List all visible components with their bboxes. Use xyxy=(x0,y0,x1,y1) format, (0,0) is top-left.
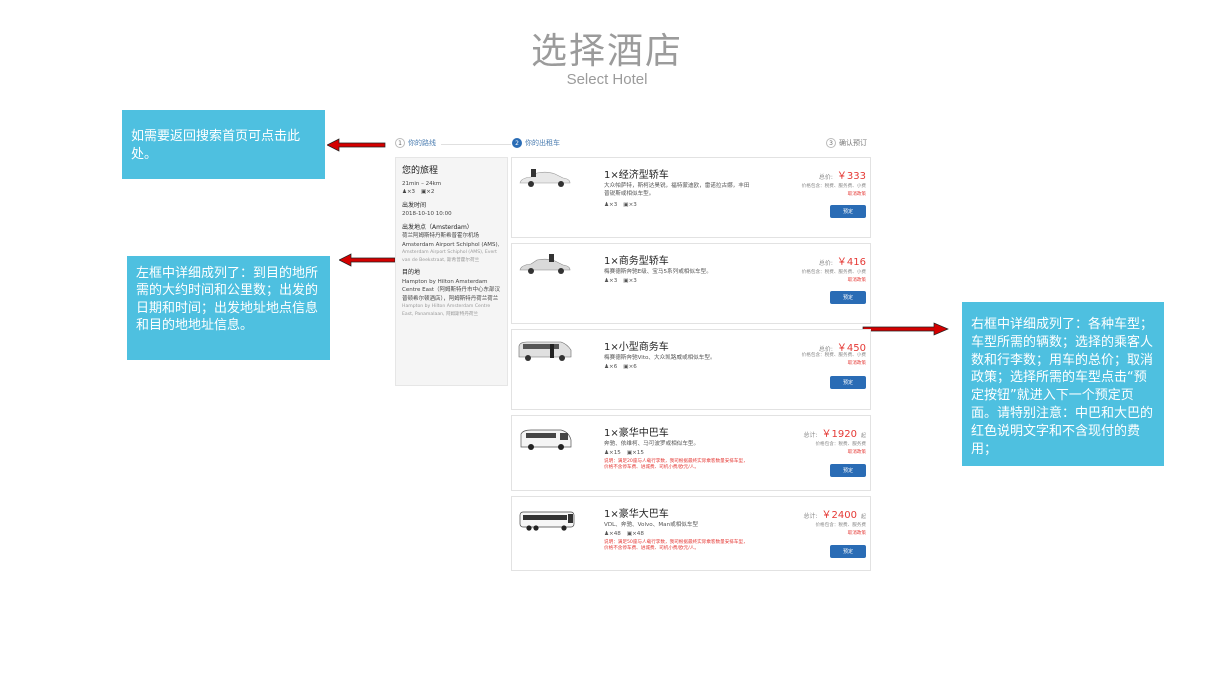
book-button[interactable]: 预定 xyxy=(830,291,866,304)
step-confirm: 3 确认预订 xyxy=(826,138,867,148)
to-address: Hampton by Hilton Amsterdam Centre East,… xyxy=(402,304,491,317)
vehicle-card: 1×豪华大巴车 VDL、奔驰、Volvo、Man或相似车型 ♟×48 ▣×48 … xyxy=(511,496,871,571)
step-number: 2 xyxy=(512,138,522,148)
booking-steps: 1 你的路线 2 你的出租车 3 确认预订 xyxy=(393,138,871,152)
step-number: 3 xyxy=(826,138,836,148)
vehicle-card: 1×经济型轿车 大众帕萨特，斯柯达昊锐，福特蒙迪欧，雷诺拉古娜，丰田普锐斯或相似… xyxy=(511,157,871,238)
vehicle-bags: ×3 xyxy=(628,202,637,208)
cancel-policy-link[interactable]: 取消政策 xyxy=(848,191,866,197)
book-button[interactable]: 预定 xyxy=(830,376,866,389)
vehicle-capacity: ♟×15 ▣×15 xyxy=(604,450,644,456)
sedan-image xyxy=(519,254,571,274)
left-panel-annotation: 左框中详细成列了：到目的地所需的大约时间和公里数；出发的日期和时间；出发地址地点… xyxy=(127,256,330,360)
vehicle-warning: 说明：满足50座与人载行李数，我司根据最终实际乘客数量安排车型，价格不含停车费、… xyxy=(604,540,748,552)
book-button[interactable]: 预定 xyxy=(830,545,866,558)
vehicle-description: 梅赛德斯奔驰Vito、大众凯路威或相似车型。 xyxy=(604,355,716,361)
price-includes: 价格包含：税费、服务费 xyxy=(815,442,866,447)
vehicle-pax: ×3 xyxy=(609,278,618,284)
vehicle-pax: ×15 xyxy=(609,450,621,456)
vehicle-description: 梅赛德斯奔驰E级、宝马5系列或相似车型。 xyxy=(604,269,712,275)
arrow-left-icon xyxy=(327,138,386,152)
vehicle-capacity: ♟×3 ▣×3 xyxy=(604,202,637,208)
vehicle-bags: ×48 xyxy=(632,531,644,537)
vehicle-description: 奔驰、依维柯、马可波罗或相似车型。 xyxy=(604,441,700,447)
trip-summary-panel: 您的旅程 21min – 24km ♟×3 ▣×2 出发时间 2018-10-1… xyxy=(395,157,508,386)
price-label: 总计: xyxy=(803,432,818,439)
vehicle-pax: ×48 xyxy=(609,531,621,537)
vehicle-card: 1×豪华中巴车 奔驰、依维柯、马可波罗或相似车型。 ♟×15 ▣×15 说明：满… xyxy=(511,415,871,491)
vehicle-card: 1×小型商务车 梅赛德斯奔驰Vito、大众凯路威或相似车型。 ♟×6 ▣×6 总… xyxy=(511,329,871,410)
step-number: 1 xyxy=(395,138,405,148)
vehicle-capacity: ♟×3 ▣×3 xyxy=(604,278,637,284)
step-label: 你的出租车 xyxy=(525,139,560,147)
step-taxi[interactable]: 2 你的出租车 xyxy=(512,138,560,148)
price-includes: 价格包含：税费、服务费、小费 xyxy=(801,184,866,189)
price-unit: 起 xyxy=(860,514,866,520)
vehicle-pax: ×3 xyxy=(609,202,618,208)
vehicle-description: 大众帕萨特，斯柯达昊锐，福特蒙迪欧，雷诺拉古娜，丰田普锐斯或相似车型。 xyxy=(604,183,750,197)
trip-pax: ×3 xyxy=(406,189,416,195)
van-image xyxy=(518,341,572,361)
price-includes: 价格包含：税费、服务费、小费 xyxy=(801,353,866,358)
step-divider xyxy=(441,144,511,145)
from-address: Amsterdam Airport Schiphol (AMS), Evert … xyxy=(402,250,497,263)
price-amount: ￥416 xyxy=(836,257,866,268)
price-amount: ￥333 xyxy=(836,171,866,182)
trip-duration: 21min – 24km xyxy=(402,180,442,187)
price-includes: 价格包含：税费、服务费 xyxy=(815,523,866,528)
minibus-image xyxy=(520,429,572,450)
cancel-policy-link[interactable]: 取消政策 xyxy=(848,530,866,536)
to-label: 目的地 xyxy=(402,269,421,276)
price-includes: 价格包含：税费、服务费、小费 xyxy=(801,270,866,275)
cancel-policy-link[interactable]: 取消政策 xyxy=(848,360,866,366)
vehicle-card: 1×商务型轿车 梅赛德斯奔驰E级、宝马5系列或相似车型。 ♟×3 ▣×3 总价:… xyxy=(511,243,871,324)
price-label: 总计: xyxy=(803,513,818,520)
right-panel-annotation: 右框中详细成列了：各种车型；车型所需的辆数；选择的乘客人数和行李数；用车的总价；… xyxy=(962,302,1164,466)
step-route[interactable]: 1 你的路线 xyxy=(395,138,436,148)
vehicle-name: 1×小型商务车 xyxy=(604,342,669,353)
step-label: 确认预订 xyxy=(839,139,867,147)
vehicle-price: 总价: ￥333 xyxy=(819,167,866,182)
vehicle-name: 1×豪华大巴车 xyxy=(604,509,669,520)
from-name: 荷兰阿姆斯特丹斯希普霍尔机场Amsterdam Airport Schiphol… xyxy=(402,233,500,248)
vehicle-description: VDL、奔驰、Volvo、Man或相似车型 xyxy=(604,522,699,528)
arrow-right-icon xyxy=(862,322,949,336)
price-unit: 起 xyxy=(860,433,866,439)
vehicle-name: 1×商务型轿车 xyxy=(604,256,669,267)
vehicle-price: 总计: ￥2400 起 xyxy=(804,506,867,521)
from-label: 出发地点（Amsterdam） xyxy=(402,223,473,231)
vehicle-bags: ×3 xyxy=(628,278,637,284)
to-name: Hampton by Hilton Amsterdam Centre East（… xyxy=(402,278,501,302)
step-label: 你的路线 xyxy=(408,139,436,147)
trip-bags: ×2 xyxy=(426,189,435,195)
coach-image xyxy=(519,511,575,531)
price-amount: ￥2400 xyxy=(821,510,857,521)
vehicle-capacity: ♟×6 ▣×6 xyxy=(604,364,637,370)
trip-capacity: ♟×3 ▣×2 xyxy=(402,188,501,197)
page-title: 选择酒店 xyxy=(530,31,683,72)
price-label: 总价: xyxy=(818,260,833,267)
sedan-image xyxy=(519,169,571,187)
book-button[interactable]: 预定 xyxy=(830,205,866,218)
vehicle-price: 总价: ￥416 xyxy=(819,253,866,268)
depart-time-label: 出发时间 xyxy=(402,201,427,209)
arrow-left-icon xyxy=(339,253,396,267)
vehicle-pax: ×6 xyxy=(609,364,618,370)
vehicle-name: 1×豪华中巴车 xyxy=(604,428,669,439)
back-annotation: 如需要返回搜索首页可点击此处。 xyxy=(122,110,325,179)
price-amount: ￥1920 xyxy=(821,429,857,440)
vehicle-warning: 说明：满足20座与人载行李数，我司根据最终实际乘客数量安排车型，价格不含停车费、… xyxy=(604,459,748,471)
cancel-policy-link[interactable]: 取消政策 xyxy=(848,449,866,455)
book-button[interactable]: 预定 xyxy=(830,464,866,477)
price-label: 总价: xyxy=(818,174,833,181)
depart-time: 2018-10-10 10:00 xyxy=(402,211,452,217)
trip-title: 您的旅程 xyxy=(402,166,439,176)
vehicle-price: 总计: ￥1920 起 xyxy=(804,425,867,440)
vehicle-capacity: ♟×48 ▣×48 xyxy=(604,531,644,537)
cancel-policy-link[interactable]: 取消政策 xyxy=(848,277,866,283)
vehicle-name: 1×经济型轿车 xyxy=(604,170,669,181)
vehicle-bags: ×6 xyxy=(628,364,637,370)
vehicle-bags: ×15 xyxy=(632,450,644,456)
page-subtitle: Select Hotel xyxy=(566,71,648,88)
